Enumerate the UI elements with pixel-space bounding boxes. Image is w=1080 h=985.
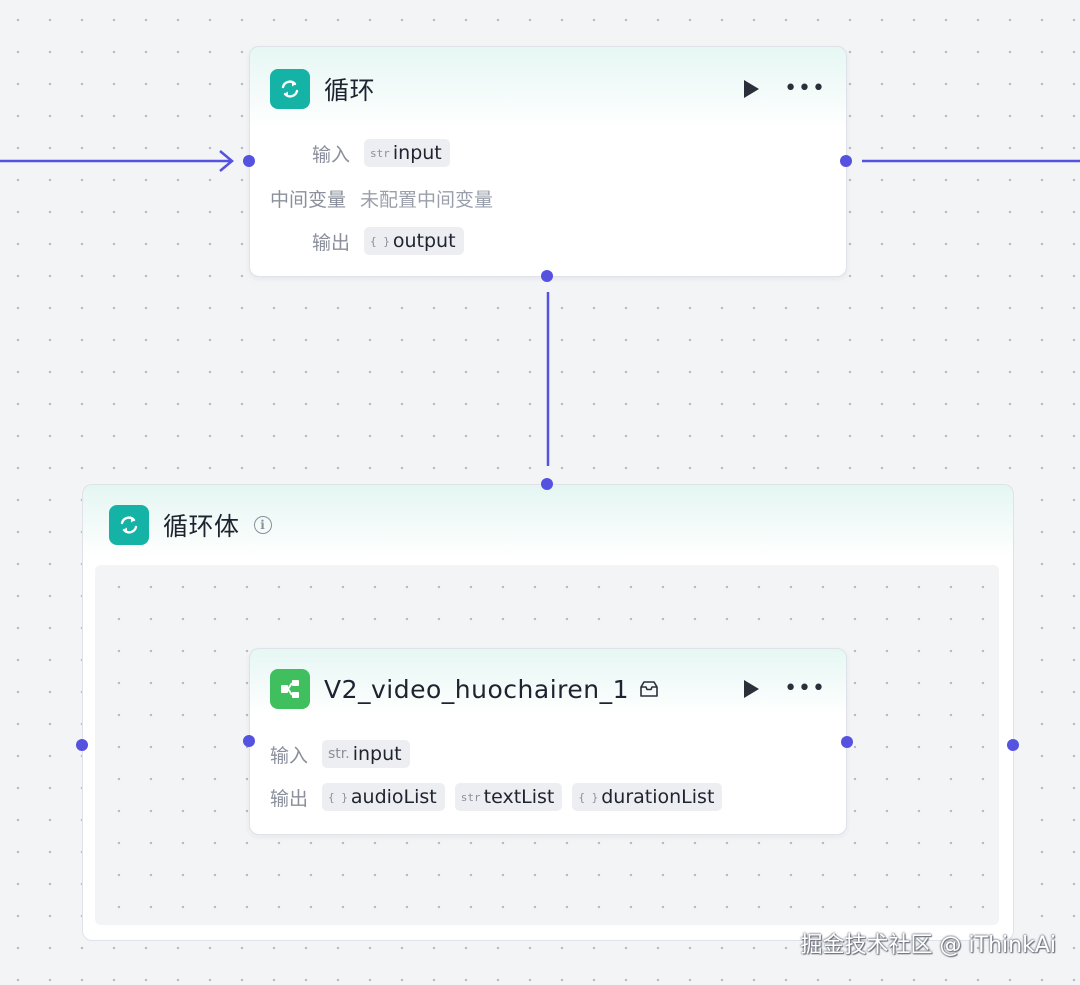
loop-body-port[interactable] [541,270,553,282]
loop-body-title: 循环体 [163,512,240,541]
output-param-tag[interactable]: { } audioList [322,783,445,811]
input-param-tag[interactable]: str input [364,139,450,167]
plugin-input-row: 输入 str. input [270,740,420,768]
output-param-name: output [392,230,456,252]
input-param-tag[interactable]: str. input [322,740,410,768]
plugin-output-port[interactable] [841,736,853,748]
output-param-name: audioList [350,786,437,808]
loop-body-header: 循环体 i [109,505,272,545]
loop-node[interactable]: 循环 ••• 输入 str input 中间变量 未配置中间变量 输出 { } … [249,46,847,277]
loop-output-row: 输出 { } output [250,227,474,255]
loop-icon [109,505,149,545]
input-param-name: input [352,743,402,765]
type-object-icon: { } [370,234,390,248]
run-icon[interactable] [740,678,762,700]
package-icon [639,680,659,698]
intermediate-value: 未配置中间变量 [360,189,494,211]
input-label: 输入 [311,143,350,166]
more-icon[interactable]: ••• [784,78,826,100]
more-icon[interactable]: ••• [784,678,826,700]
output-param-tag[interactable]: { } output [364,227,464,255]
edge-into-loop [0,150,234,172]
run-icon[interactable] [740,78,762,100]
loop-body-start-port[interactable] [76,739,88,751]
output-label: 输出 [270,787,309,810]
plugin-input-port[interactable] [243,735,255,747]
plugin-node[interactable]: V2_video_huochairen_1 ••• 输入 str. input … [249,648,847,835]
loop-node-header: 循环 ••• [270,69,826,109]
type-str-icon: str [460,790,481,804]
loop-intermediate-row: 中间变量 未配置中间变量 [270,185,493,212]
loop-body-end-port[interactable] [1007,739,1019,751]
type-object-icon: { } [328,790,348,804]
loop-output-port[interactable] [840,155,852,167]
output-label: 输出 [311,231,350,254]
plugin-node-header: V2_video_huochairen_1 ••• [270,669,826,709]
intermediate-label: 中间变量 [270,189,347,211]
loop-input-port[interactable] [243,155,255,167]
plugin-icon [270,669,310,709]
plugin-output-row: 输出 { } audioList str textList { } durati… [270,783,732,811]
output-param-tag[interactable]: str textList [454,783,563,811]
output-param-name: durationList [601,786,715,808]
type-str-icon: str. [328,746,350,762]
loop-body-top-port[interactable] [541,478,553,490]
type-object-icon: { } [578,790,599,804]
output-param-tag[interactable]: { } durationList [572,783,723,811]
watermark: 掘金技术社区 @ iThinkAi [800,933,1056,958]
info-icon[interactable]: i [253,516,272,534]
input-label: 输入 [270,744,309,767]
type-str-icon: str [370,146,390,160]
loop-node-title: 循环 [324,76,376,105]
loop-input-row: 输入 str input [250,139,460,167]
plugin-node-title: V2_video_huochairen_1 [324,674,629,704]
output-param-name: textList [483,786,555,808]
loop-icon [270,69,310,109]
input-param-name: input [392,142,442,164]
